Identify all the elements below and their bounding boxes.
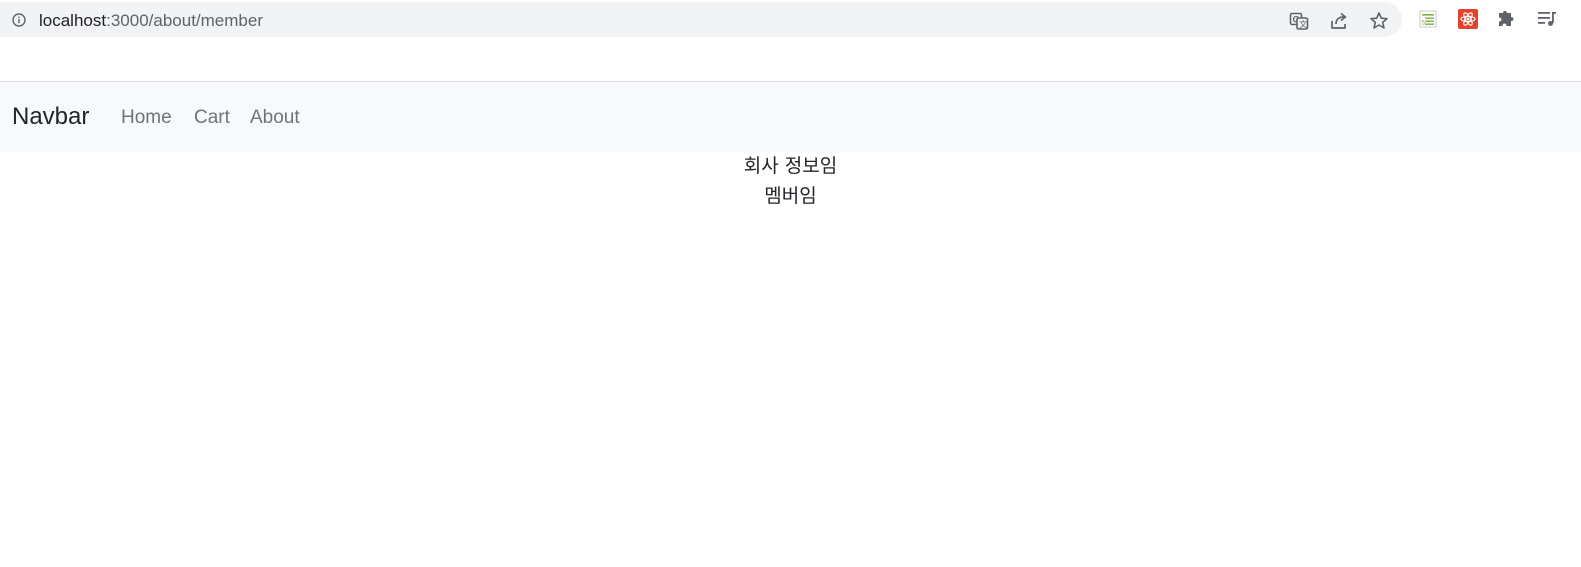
- url-host: localhost: [39, 11, 107, 30]
- extension-react-icon[interactable]: [1458, 9, 1478, 29]
- nav-link-home[interactable]: Home: [121, 107, 172, 129]
- nav-link-cart[interactable]: Cart: [194, 107, 230, 129]
- browser-toolbar: localhost:3000/about/member G 文 5: [0, 0, 1581, 40]
- member-text: 멤버임: [764, 185, 817, 207]
- bookmark-star-icon[interactable]: [1369, 11, 1389, 31]
- extension-sheet-icon[interactable]: 5: [1418, 9, 1438, 29]
- company-info-text: 회사 정보임: [743, 155, 838, 177]
- media-queue-icon[interactable]: [1537, 9, 1557, 29]
- svg-text:文: 文: [1299, 19, 1307, 29]
- share-icon[interactable]: [1329, 11, 1349, 31]
- navbar-brand[interactable]: Navbar: [12, 103, 89, 131]
- navbar: Navbar Home Cart About: [0, 82, 1581, 152]
- extensions-puzzle-icon[interactable]: [1497, 9, 1517, 29]
- url-text[interactable]: localhost:3000/about/member: [39, 11, 263, 31]
- url-path: :3000/about/member: [106, 11, 263, 30]
- translate-icon[interactable]: G 文: [1289, 11, 1309, 31]
- main-content: 회사 정보임 멤버임: [0, 152, 1581, 212]
- address-bar[interactable]: localhost:3000/about/member G 文: [0, 2, 1402, 37]
- info-icon[interactable]: [12, 13, 26, 27]
- nav-link-about[interactable]: About: [250, 107, 300, 129]
